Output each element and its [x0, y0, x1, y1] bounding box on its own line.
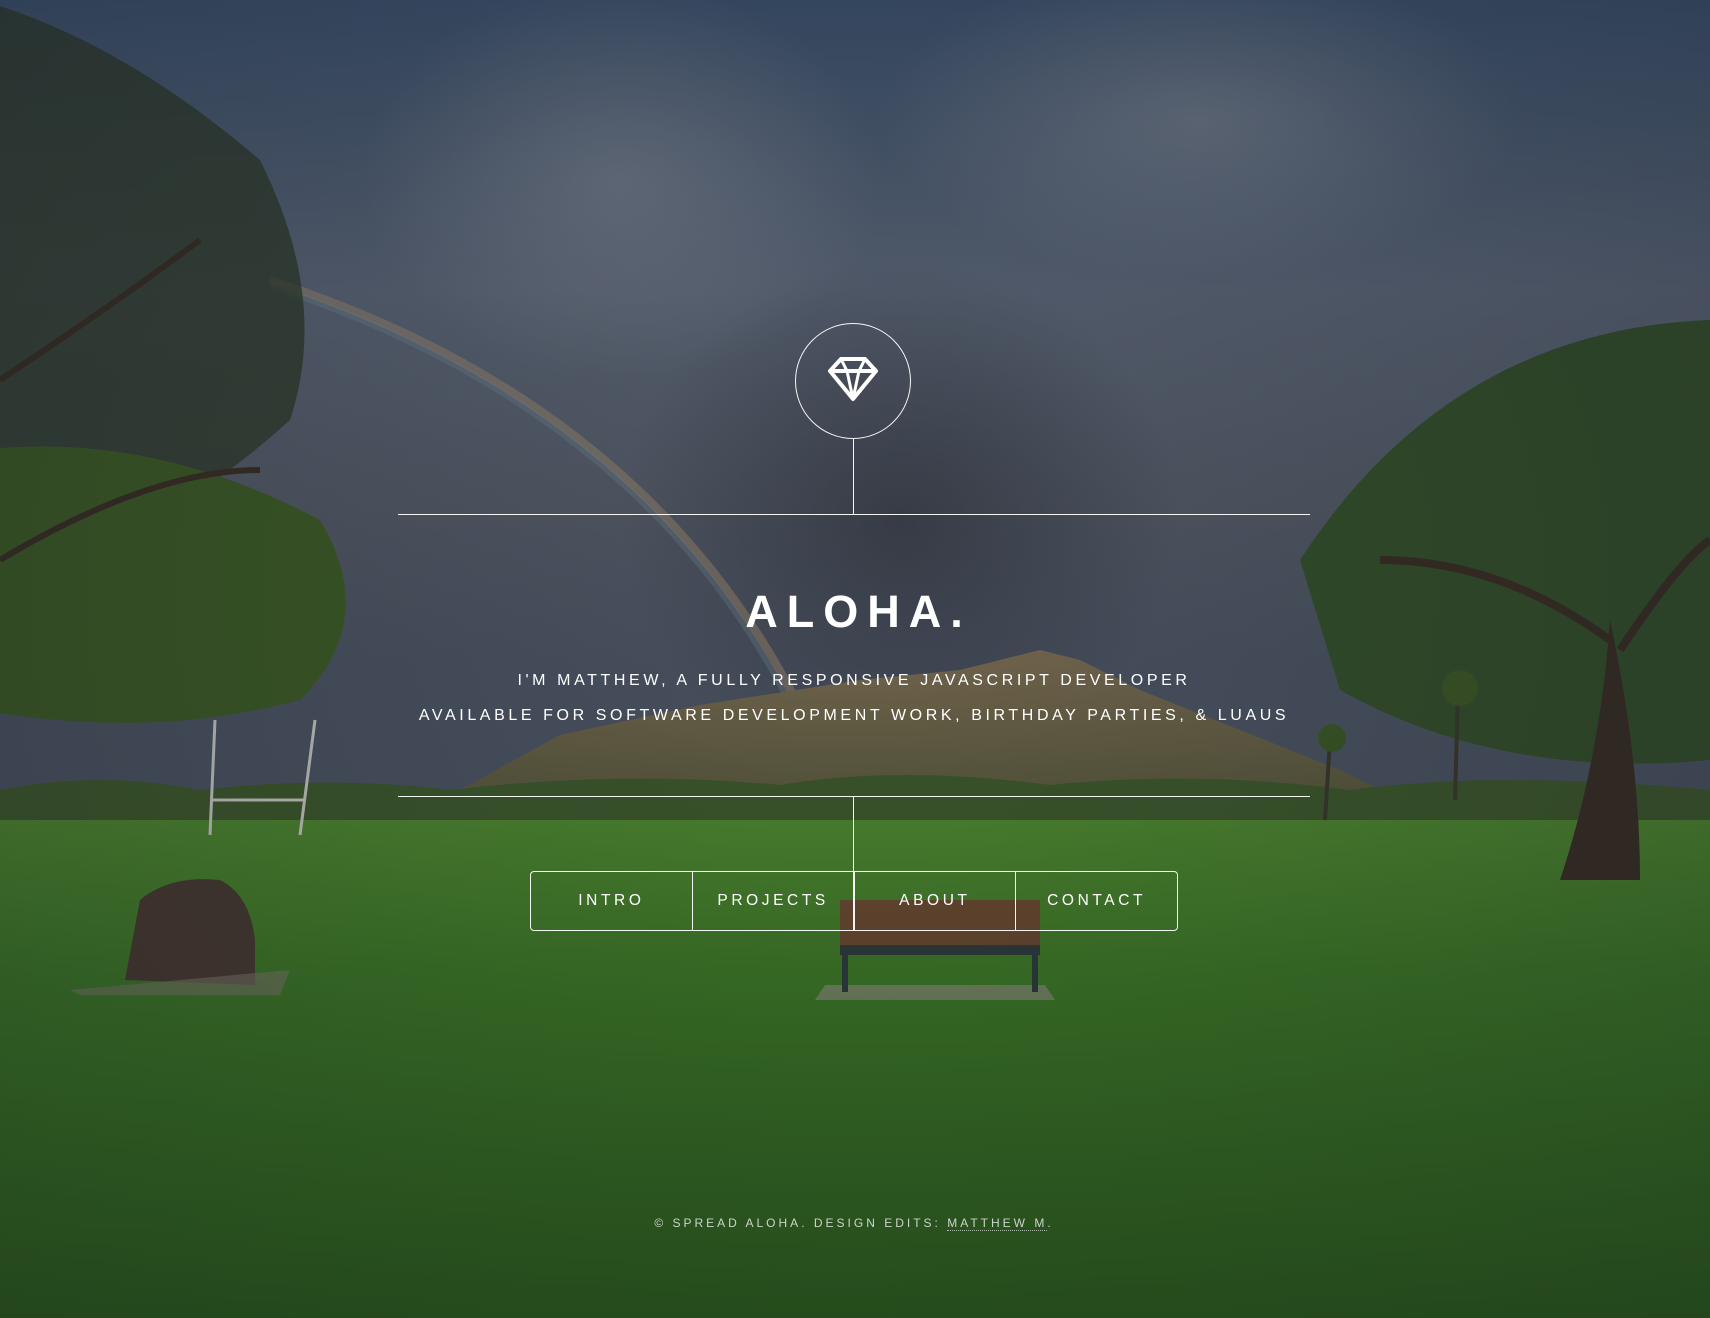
tagline-line-1: I'M MATTHEW, A FULLY RESPONSIVE JAVASCRI…	[517, 672, 1191, 689]
tagline-line-2: AVAILABLE FOR SOFTWARE DEVELOPMENT WORK,…	[418, 707, 1290, 724]
nav-projects[interactable]: PROJECTS	[691, 872, 854, 930]
nav-about[interactable]: ABOUT	[853, 872, 1016, 930]
main-nav: INTRO PROJECTS ABOUT CONTACT	[530, 871, 1178, 931]
footer-text: © SPREAD ALOHA. DESIGN EDITS:	[654, 1216, 948, 1230]
nav-intro[interactable]: INTRO	[531, 872, 692, 930]
background-photo	[0, 0, 1710, 1318]
nav-contact[interactable]: CONTACT	[1015, 872, 1177, 930]
page-title: ALOHA.	[745, 586, 972, 637]
header-top-rule	[398, 514, 1310, 515]
header-bottom-rule	[398, 796, 1310, 797]
footer-author-link[interactable]: MATTHEW M	[947, 1216, 1048, 1231]
footer: © SPREAD ALOHA. DESIGN EDITS: MATTHEW M.	[398, 1216, 1310, 1231]
logo-circle	[795, 323, 911, 439]
diamond-icon	[827, 356, 879, 407]
footer-suffix: .	[1047, 1216, 1054, 1230]
logo-connector-line	[853, 439, 854, 514]
